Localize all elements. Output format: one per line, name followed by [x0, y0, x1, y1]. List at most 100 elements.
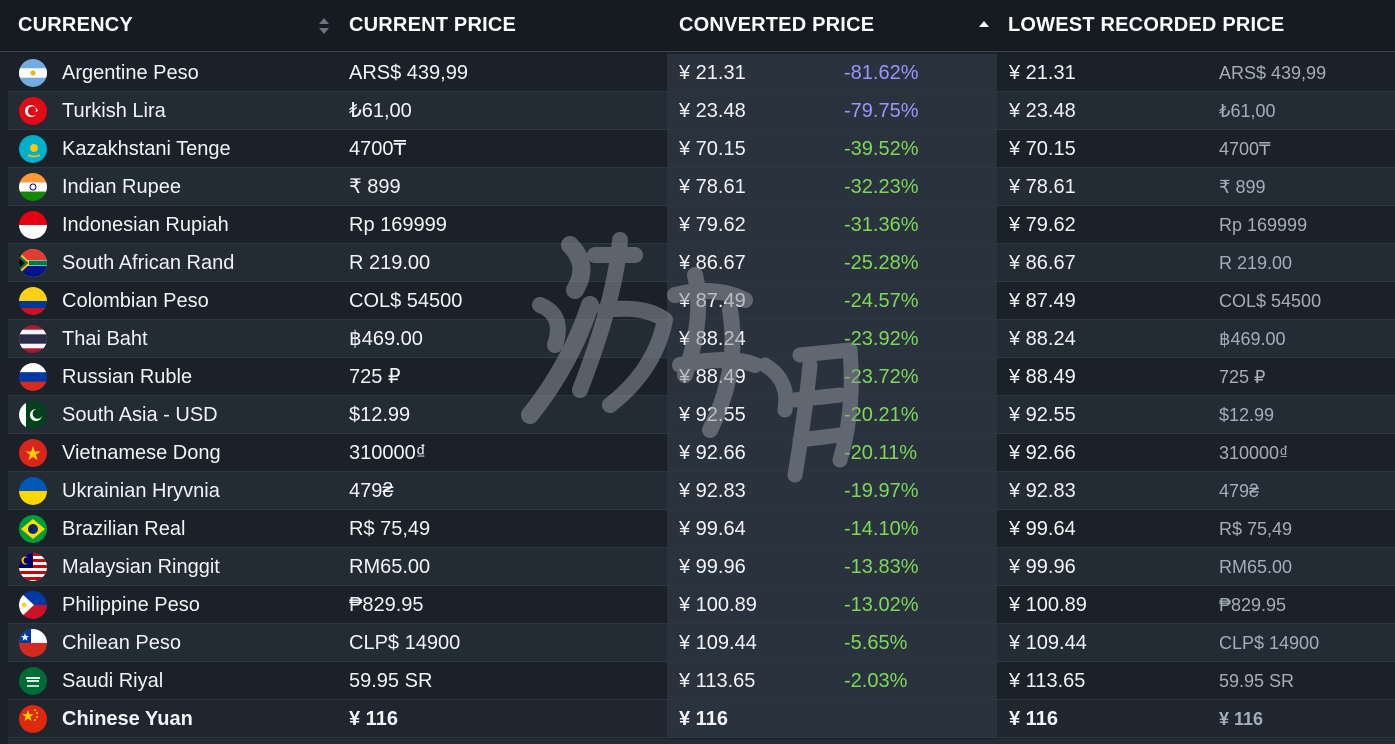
lowest-recorded-price: ¥ 116	[1009, 708, 1058, 730]
lowest-recorded-price: ¥ 100.89	[1009, 594, 1087, 616]
ukraine-flag-icon	[19, 477, 47, 505]
percent-difference: -5.65%	[844, 632, 908, 654]
brazil-flag-icon	[19, 515, 47, 543]
sort-both-icon[interactable]	[318, 17, 330, 35]
percent-difference: -20.21%	[844, 404, 919, 426]
lowest-recorded-price: ¥ 78.61	[1009, 176, 1076, 198]
converted-price: ¥ 113.65	[679, 670, 756, 692]
table-row[interactable]: Indian Rupee ₹ 899 ¥ 78.61 -32.23% ¥ 78.61 ₹ …	[8, 168, 1395, 206]
south-africa-flag-icon	[19, 249, 47, 277]
table-row[interactable]: Turkish Lira ₺61,00 ¥ 23.48 -79.75% ¥ 23.48 ₺…	[8, 92, 1395, 130]
lowest-recorded-local-price: 310000₫	[1219, 443, 1289, 463]
percent-difference: -23.92%	[844, 328, 919, 350]
percent-difference: -32.23%	[844, 176, 919, 198]
current-price: COL$ 54500	[349, 290, 463, 312]
percent-difference: -2.03%	[844, 670, 908, 692]
converted-price: ¥ 78.61	[679, 176, 746, 198]
lowest-recorded-local-price: ₺61,00	[1219, 101, 1276, 121]
table-row[interactable]: Vietnamese Dong 310000₫ ¥ 92.66 -20.11% ¥ 92…	[8, 434, 1395, 472]
table-row[interactable]: Colombian Peso COL$ 54500 ¥ 87.49 -24.57% ¥ …	[8, 282, 1395, 320]
converted-price: ¥ 99.64	[679, 518, 746, 540]
converted-price: ¥ 92.66	[679, 442, 746, 464]
currency-name: Malaysian Ringgit	[62, 556, 220, 578]
converted-price: ¥ 21.31	[679, 62, 746, 84]
converted-price: ¥ 23.48	[679, 100, 746, 122]
table-row[interactable]: South African Rand R 219.00 ¥ 86.67 -25.28%…	[8, 244, 1395, 282]
table-row[interactable]: Brazilian Real R$ 75,49 ¥ 99.64 -14.10% ¥ 99…	[8, 510, 1395, 548]
indonesia-flag-icon	[19, 211, 47, 239]
chile-flag-icon	[19, 629, 47, 657]
table-row[interactable]: Chinese Yuan ¥ 116 ¥ 116 ¥ 116 ¥ 116	[8, 700, 1395, 738]
lowest-recorded-price: ¥ 79.62	[1009, 214, 1076, 236]
column-header-converted-price[interactable]: CONVERTED PRICE	[679, 0, 999, 52]
currency-name: Saudi Riyal	[62, 670, 164, 692]
converted-price: ¥ 116	[679, 708, 728, 730]
malaysia-flag-icon	[19, 553, 47, 581]
turkey-flag-icon	[19, 97, 47, 125]
current-price: 310000₫	[349, 442, 427, 464]
currency-name: Brazilian Real	[62, 518, 186, 540]
converted-price: ¥ 99.96	[679, 556, 746, 578]
table-row[interactable]: Chilean Peso CLP$ 14900 ¥ 109.44 -5.65% ¥ 10…	[8, 624, 1395, 662]
percent-difference: -39.52%	[844, 138, 919, 160]
converted-price: ¥ 86.67	[679, 252, 746, 274]
current-price: ₱829.95	[349, 594, 424, 616]
table-row[interactable]: Saudi Riyal 59.95 SR ¥ 113.65 -2.03% ¥ 113.6…	[8, 662, 1395, 700]
table-row-partial	[8, 739, 1395, 744]
table-row[interactable]: Ukrainian Hryvnia 479₴ ¥ 92.83 -19.97% ¥ 92.…	[8, 472, 1395, 510]
percent-difference: -20.11%	[844, 442, 918, 464]
percent-difference: -13.02%	[844, 594, 919, 616]
converted-price: ¥ 88.24	[679, 328, 746, 350]
table-row[interactable]: Kazakhstani Tenge 4700₸ ¥ 70.15 -39.52% ¥ 70…	[8, 130, 1395, 168]
lowest-recorded-price: ¥ 88.24	[1009, 328, 1076, 350]
converted-price: ¥ 87.49	[679, 290, 746, 312]
currency-name: Ukrainian Hryvnia	[62, 480, 220, 502]
lowest-recorded-local-price: 479₴	[1219, 481, 1260, 501]
table-row[interactable]: Philippine Peso ₱829.95 ¥ 100.89 -13.02% ¥ 1…	[8, 586, 1395, 624]
currency-name: Kazakhstani Tenge	[62, 138, 231, 160]
lowest-recorded-price: ¥ 88.49	[1009, 366, 1076, 388]
column-header-currency[interactable]: CURRENCY	[18, 0, 334, 52]
currency-name: Indonesian Rupiah	[62, 214, 229, 236]
current-price: ¥ 116	[349, 708, 398, 730]
column-header-current-price[interactable]: CURRENT PRICE	[349, 0, 649, 52]
table-row[interactable]: Malaysian Ringgit RM65.00 ¥ 99.96 -13.83% ¥ …	[8, 548, 1395, 586]
currency-name: Argentine Peso	[62, 62, 199, 84]
percent-difference: -13.83%	[844, 556, 919, 578]
table-row[interactable]: Argentine Peso ARS$ 439,99 ¥ 21.31 -81.62% ¥…	[8, 54, 1395, 92]
lowest-recorded-local-price: RM65.00	[1219, 557, 1293, 577]
russia-flag-icon	[19, 363, 47, 391]
lowest-recorded-local-price: 4700₸	[1219, 139, 1271, 159]
current-price: Rp 169999	[349, 214, 447, 236]
table-row[interactable]: South Asia - USD $12.99 ¥ 92.55 -20.21% ¥ 92…	[8, 396, 1395, 434]
currency-name: Vietnamese Dong	[62, 442, 221, 464]
column-header-lowest-recorded-price[interactable]: LOWEST RECORDED PRICE	[1008, 0, 1388, 52]
currency-name: Indian Rupee	[62, 176, 181, 198]
table-row[interactable]: Russian Ruble 725 ₽ ¥ 88.49 -23.72% ¥ 88.49 7…	[8, 358, 1395, 396]
percent-difference: -25.28%	[844, 252, 919, 274]
currency-name: Philippine Peso	[62, 594, 200, 616]
lowest-recorded-local-price: 725 ₽	[1219, 367, 1266, 387]
lowest-recorded-price: ¥ 92.66	[1009, 442, 1076, 464]
lowest-recorded-local-price: ₱829.95	[1219, 595, 1287, 615]
converted-price: ¥ 100.89	[679, 594, 757, 616]
current-price: ARS$ 439,99	[349, 62, 468, 84]
converted-price: ¥ 88.49	[679, 366, 746, 388]
lowest-recorded-local-price: Rp 169999	[1219, 215, 1308, 235]
lowest-recorded-price: ¥ 86.67	[1009, 252, 1076, 274]
lowest-recorded-price: ¥ 70.15	[1009, 138, 1076, 160]
current-price: ₺61,00	[349, 100, 412, 122]
sort-ascending-icon[interactable]	[978, 17, 990, 35]
currency-name: Colombian Peso	[62, 290, 209, 312]
current-price: 725 ₽	[349, 366, 401, 388]
percent-difference: -31.36%	[844, 214, 919, 236]
percent-difference: -79.75%	[844, 100, 919, 122]
saudi-arabia-flag-icon	[19, 667, 47, 695]
converted-price: ¥ 79.62	[679, 214, 746, 236]
percent-difference: -19.97%	[844, 480, 919, 502]
table-row[interactable]: Indonesian Rupiah Rp 169999 ¥ 79.62 -31.36%…	[8, 206, 1395, 244]
price-table-page: CURRENCY CURRENT PRICE CONVERTED PRICE L…	[0, 0, 1395, 744]
table-row[interactable]: Thai Baht ฿469.00 ¥ 88.24 -23.92% ¥ 88.24 ฿46…	[8, 320, 1395, 358]
current-price: ฿469.00	[349, 328, 423, 350]
lowest-recorded-local-price: ฿469.00	[1219, 329, 1286, 349]
